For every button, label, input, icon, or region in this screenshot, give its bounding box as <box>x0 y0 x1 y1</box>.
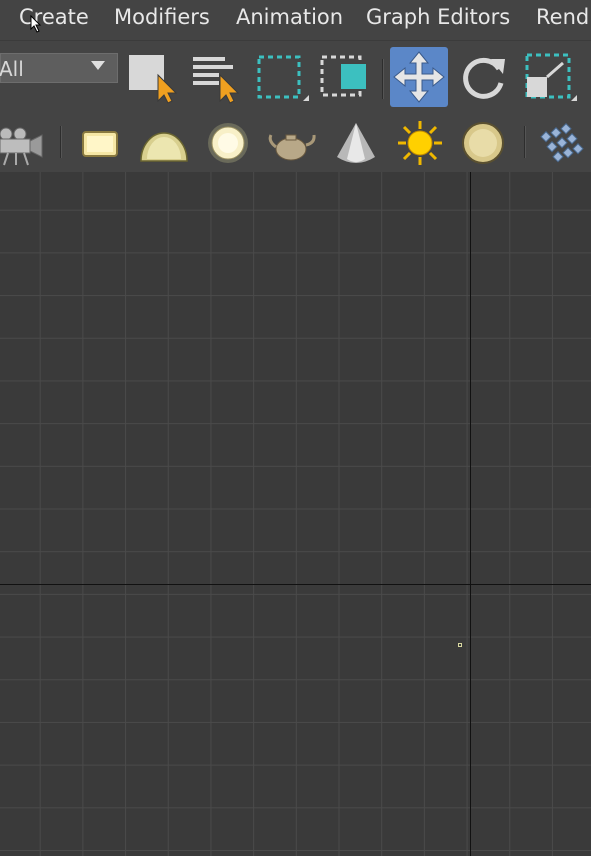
window-crossing-icon <box>320 55 366 97</box>
select-and-rotate-icon <box>463 57 505 99</box>
sun-icon[interactable] <box>393 119 447 169</box>
scene-object-point[interactable] <box>458 643 462 647</box>
select-by-name-icon <box>193 57 240 104</box>
select-object-button[interactable] <box>122 47 180 107</box>
viewport-axis-horizontal <box>0 584 591 585</box>
window-crossing-button[interactable] <box>315 47 373 107</box>
toolbar-separator <box>524 126 526 158</box>
chevron-down-icon <box>91 61 105 70</box>
mouse-cursor-icon <box>30 15 42 33</box>
viewport-axis-vertical <box>470 172 471 856</box>
select-object-icon <box>129 55 178 104</box>
select-and-scale-icon <box>525 53 577 101</box>
selection-filter-dropdown[interactable]: All <box>0 53 118 83</box>
skylight-icon[interactable] <box>137 119 191 169</box>
rectangular-selection-region-icon <box>257 55 309 101</box>
viewport-grid[interactable] <box>0 172 591 856</box>
selection-filter-value: All <box>0 57 24 81</box>
select-by-name-button[interactable] <box>186 47 244 107</box>
rectangular-selection-region-button[interactable] <box>251 47 309 107</box>
create-toolbar <box>0 116 591 172</box>
menu-rendering[interactable]: Rend <box>536 5 589 29</box>
array-icon[interactable] <box>537 119 591 169</box>
toolbar-separator <box>60 126 62 158</box>
select-and-scale-button[interactable] <box>519 47 577 107</box>
toolbar-separator <box>382 59 384 99</box>
menu-graph-editors[interactable]: Graph Editors <box>366 5 510 29</box>
select-and-move-button[interactable] <box>390 47 448 107</box>
teapot-icon[interactable] <box>265 119 319 169</box>
spotlight-icon[interactable] <box>329 119 383 169</box>
camera-icon[interactable] <box>0 119 50 169</box>
free-light-icon[interactable] <box>73 119 127 169</box>
photometric-light-icon[interactable] <box>456 119 510 169</box>
select-and-move-icon <box>393 51 445 103</box>
menu-bar: Create Modifiers Animation Graph Editors… <box>0 0 591 40</box>
menu-animation[interactable]: Animation <box>236 5 343 29</box>
omni-light-icon[interactable] <box>201 119 255 169</box>
main-toolbar: All <box>0 40 591 117</box>
select-and-rotate-button[interactable] <box>455 47 513 107</box>
menu-modifiers[interactable]: Modifiers <box>114 5 210 29</box>
